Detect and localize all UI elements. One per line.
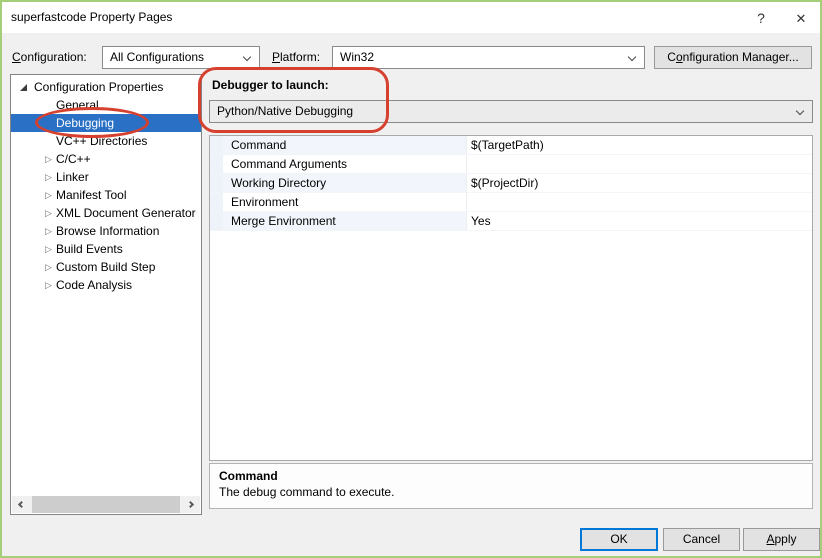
configuration-manager-button[interactable]: Configuration Manager...: [654, 46, 812, 69]
chevron-down-icon: [627, 52, 637, 62]
property-name: Command Arguments: [223, 155, 467, 173]
configuration-dropdown[interactable]: All Configurations: [102, 46, 260, 69]
platform-dropdown-value: Win32: [340, 50, 375, 64]
property-row-merge-environment[interactable]: Merge Environment Yes: [210, 212, 812, 231]
property-row-working-directory[interactable]: Working Directory $(ProjectDir): [210, 174, 812, 193]
row-gutter: [210, 155, 223, 173]
configuration-dropdown-value: All Configurations: [110, 50, 205, 64]
property-row-command[interactable]: Command $(TargetPath): [210, 136, 812, 155]
property-value[interactable]: [467, 193, 812, 211]
property-value[interactable]: Yes: [467, 212, 812, 230]
scroll-right-icon[interactable]: [183, 496, 200, 513]
tree-collapsed-icon[interactable]: ▷: [45, 258, 56, 276]
platform-dropdown[interactable]: Win32: [332, 46, 645, 69]
platform-label: Platform:: [272, 50, 321, 64]
window-title: superfastcode Property Pages: [11, 10, 173, 24]
chevron-down-icon: [242, 52, 252, 62]
tree-item-label: General: [56, 98, 99, 112]
property-grid: Command $(TargetPath) Command Arguments …: [209, 135, 813, 461]
tree-item-c-cpp[interactable]: ▷ C/C++: [11, 150, 201, 168]
property-pages-dialog: superfastcode Property Pages ? ✕ Configu…: [0, 0, 822, 558]
tree-item-build-events[interactable]: ▷ Build Events: [11, 240, 201, 258]
property-value[interactable]: $(TargetPath): [467, 136, 812, 154]
tree-item-label: Manifest Tool: [56, 188, 127, 202]
property-row-command-arguments[interactable]: Command Arguments: [210, 155, 812, 174]
tree-collapsed-icon[interactable]: ▷: [45, 204, 56, 222]
property-description-box: Command The debug command to execute.: [209, 463, 813, 509]
apply-button[interactable]: Apply: [743, 528, 820, 551]
row-gutter: [210, 174, 223, 192]
configuration-label: Configuration:: [12, 50, 87, 64]
tree-item-label: Build Events: [56, 242, 123, 256]
tree-collapsed-icon[interactable]: ▷: [45, 240, 56, 258]
ok-button[interactable]: OK: [580, 528, 658, 551]
scroll-left-icon[interactable]: [12, 496, 29, 513]
tree-item-label: Linker: [56, 170, 89, 184]
tree-item-label: Browse Information: [56, 224, 160, 238]
tree-item-label: Configuration Properties: [34, 80, 164, 94]
property-value[interactable]: $(ProjectDir): [467, 174, 812, 192]
tree-collapsed-icon[interactable]: ▷: [45, 168, 56, 186]
row-gutter: [210, 212, 223, 230]
cancel-button[interactable]: Cancel: [663, 528, 740, 551]
help-icon[interactable]: ?: [744, 2, 778, 33]
property-value[interactable]: [467, 155, 812, 173]
property-row-environment[interactable]: Environment: [210, 193, 812, 212]
tree-item-label: Debugging: [56, 116, 115, 130]
scrollbar-thumb[interactable]: [32, 496, 180, 513]
tree-collapsed-icon[interactable]: ▷: [45, 222, 56, 240]
property-name: Merge Environment: [223, 212, 467, 230]
tree-item-vcpp-directories[interactable]: VC++ Directories: [11, 132, 201, 150]
tree-item-browse-information[interactable]: ▷ Browse Information: [11, 222, 201, 240]
property-name: Environment: [223, 193, 467, 211]
tree-item-xml-document-generator[interactable]: ▷ XML Document Generator: [11, 204, 201, 222]
debugger-to-launch-dropdown[interactable]: Python/Native Debugging: [209, 100, 813, 123]
row-gutter: [210, 136, 223, 154]
debugger-dropdown-value: Python/Native Debugging: [217, 104, 354, 118]
property-name: Working Directory: [223, 174, 467, 192]
tree-horizontal-scrollbar[interactable]: [12, 496, 200, 513]
description-title: Command: [219, 469, 278, 483]
tree-item-debugging[interactable]: Debugging: [11, 114, 201, 132]
tree-item-label: Custom Build Step: [56, 260, 156, 274]
tree-expanded-icon[interactable]: [20, 83, 27, 91]
close-icon[interactable]: ✕: [784, 2, 818, 33]
tree-item-general[interactable]: General: [11, 96, 201, 114]
debugger-to-launch-label: Debugger to launch:: [212, 78, 329, 92]
tree-item-manifest-tool[interactable]: ▷ Manifest Tool: [11, 186, 201, 204]
tree-item-label: VC++ Directories: [56, 134, 148, 148]
tree-item-configuration-properties[interactable]: Configuration Properties: [11, 78, 201, 96]
tree-item-label: C/C++: [56, 152, 91, 166]
configuration-tree-panel: Configuration Properties General Debuggi…: [10, 74, 202, 515]
chevron-down-icon: [795, 106, 805, 116]
tree-item-linker[interactable]: ▷ Linker: [11, 168, 201, 186]
tree-item-label: Code Analysis: [56, 278, 133, 292]
tree-item-custom-build-step[interactable]: ▷ Custom Build Step: [11, 258, 201, 276]
description-text: The debug command to execute.: [219, 485, 395, 499]
tree-collapsed-icon[interactable]: ▷: [45, 150, 56, 168]
title-bar[interactable]: superfastcode Property Pages ? ✕: [2, 2, 820, 33]
property-name: Command: [223, 136, 467, 154]
tree-collapsed-icon[interactable]: ▷: [45, 276, 56, 294]
tree-collapsed-icon[interactable]: ▷: [45, 186, 56, 204]
tree-item-label: XML Document Generator: [56, 206, 196, 220]
tree-item-code-analysis[interactable]: ▷ Code Analysis: [11, 276, 201, 294]
row-gutter: [210, 193, 223, 211]
